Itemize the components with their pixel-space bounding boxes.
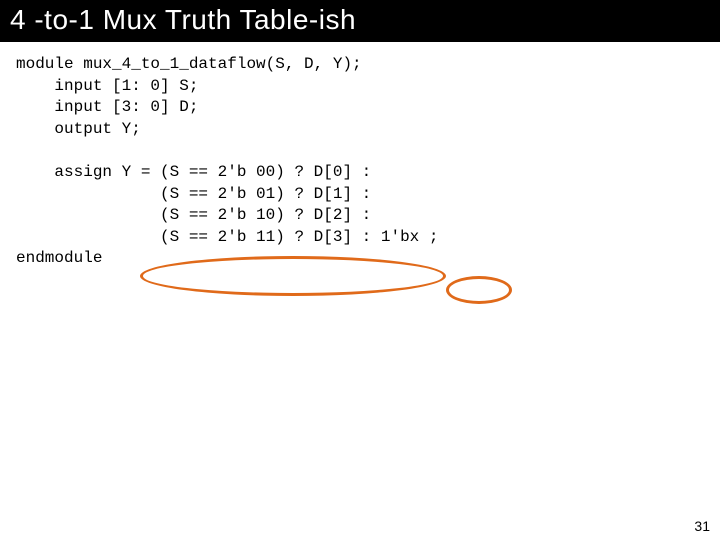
code-line-4: output Y; (16, 120, 141, 138)
code-line-2: input [1: 0] S; (16, 77, 198, 95)
slide-number: 31 (694, 518, 710, 534)
code-line-7: (S == 2'b 01) ? D[1] : (16, 185, 371, 203)
code-line-10: endmodule (16, 249, 102, 267)
code-line-6: assign Y = (S == 2'b 00) ? D[0] : (16, 163, 371, 181)
code-line-1: module mux_4_to_1_dataflow(S, D, Y); (16, 55, 362, 73)
verilog-code-block: module mux_4_to_1_dataflow(S, D, Y); inp… (0, 42, 720, 270)
code-line-3: input [3: 0] D; (16, 98, 198, 116)
slide-title: 4 -to-1 Mux Truth Table-ish (0, 0, 720, 42)
annotation-ellipse-large (140, 256, 446, 296)
annotation-ellipse-small (446, 276, 512, 304)
code-line-9: (S == 2'b 11) ? D[3] : 1'bx ; (16, 228, 438, 246)
code-line-8: (S == 2'b 10) ? D[2] : (16, 206, 371, 224)
